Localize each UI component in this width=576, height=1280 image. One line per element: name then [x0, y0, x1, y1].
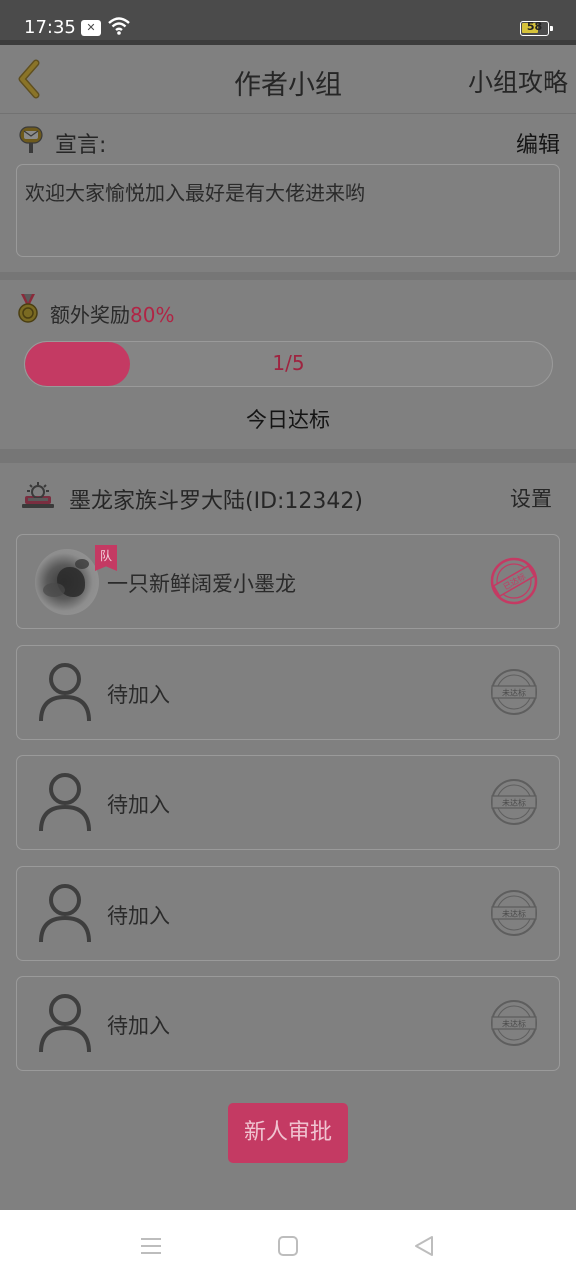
stamp-label: 未达标 — [502, 1019, 526, 1029]
achieved-stamp-icon: 已达标 — [490, 557, 538, 605]
member-card[interactable]: 待加入 未达标 — [16, 755, 560, 850]
person-placeholder-icon — [39, 773, 91, 832]
avatar — [35, 549, 99, 615]
member-card[interactable]: 队 一只新鲜阔爱小墨龙 已达标 — [16, 534, 560, 629]
today-label: 今日达标 — [246, 408, 330, 432]
system-nav-bar — [0, 1210, 576, 1280]
family-crest-icon — [22, 482, 54, 508]
person-placeholder-icon — [39, 884, 91, 943]
divider — [0, 113, 576, 114]
declaration-row: 宣言: 编辑 — [0, 118, 576, 164]
stamp-label: 未达标 — [502, 798, 526, 808]
wifi-icon — [108, 17, 130, 35]
section-separator — [0, 449, 576, 463]
bonus-percent: 80% — [130, 303, 175, 327]
strategy-link[interactable]: 小组攻略 — [468, 63, 568, 99]
person-placeholder-icon — [39, 663, 91, 722]
not-achieved-stamp-icon: 未达标 — [491, 669, 537, 715]
member-card[interactable]: 待加入 未达标 — [16, 645, 560, 740]
member-name: 待加入 — [107, 904, 170, 928]
stamp-label: 未达标 — [502, 688, 526, 698]
x-box-icon: ✕ — [81, 20, 101, 36]
bonus-label-text: 额外奖励 — [50, 303, 130, 327]
member-name: 待加入 — [107, 793, 170, 817]
medal-icon — [18, 294, 38, 323]
battery-level: 58 — [526, 20, 543, 33]
not-achieved-stamp-icon: 未达标 — [491, 779, 537, 825]
member-card[interactable]: 待加入 未达标 — [16, 866, 560, 961]
mailbox-icon — [19, 126, 43, 153]
home-square-icon[interactable] — [276, 1234, 300, 1258]
bonus-label: 额外奖励80% — [50, 299, 174, 328]
progress-bar: 1/5 — [24, 341, 553, 387]
member-name: 待加入 — [107, 1014, 170, 1038]
not-achieved-stamp-icon: 未达标 — [491, 890, 537, 936]
member-card[interactable]: 待加入 未达标 — [16, 976, 560, 1071]
declaration-text[interactable]: 欢迎大家愉悦加入最好是有大佬进来哟 — [16, 164, 560, 257]
not-achieved-stamp-icon: 未达标 — [491, 1000, 537, 1046]
person-placeholder-icon — [39, 994, 91, 1053]
battery-icon: 58 — [520, 20, 553, 36]
progress-text: 1/5 — [272, 351, 305, 375]
section-separator — [0, 272, 576, 280]
menu-icon[interactable] — [139, 1234, 163, 1258]
family-row: 墨龙家族斗罗大陆(ID:12342) 设置 — [0, 470, 576, 526]
family-name: 墨龙家族斗罗大陆(ID:12342) — [69, 489, 363, 514]
new-member-approval-button[interactable]: 新人审批 — [228, 1103, 348, 1163]
status-time: 17:35 — [24, 17, 76, 38]
back-triangle-icon[interactable] — [412, 1234, 436, 1258]
stamp-label: 未达标 — [502, 909, 526, 919]
member-name: 待加入 — [107, 683, 170, 707]
header: 作者小组 小组攻略 — [0, 45, 576, 113]
declaration-label: 宣言: — [55, 133, 107, 158]
edit-button[interactable]: 编辑 — [516, 127, 560, 159]
member-name: 一只新鲜阔爱小墨龙 — [107, 572, 296, 596]
settings-button[interactable]: 设置 — [510, 483, 552, 513]
status-bar: 17:35 ✕ 58 — [0, 0, 576, 40]
